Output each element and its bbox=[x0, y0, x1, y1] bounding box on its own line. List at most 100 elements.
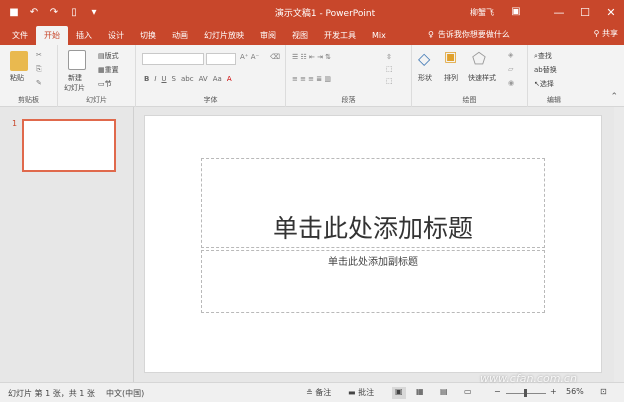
zoom-slider-handle[interactable] bbox=[524, 389, 527, 397]
zoom-level[interactable]: 56% bbox=[566, 387, 584, 399]
collapse-ribbon-icon[interactable]: ⌃ bbox=[610, 92, 618, 102]
layout-button[interactable]: ▤版式 bbox=[98, 51, 119, 61]
bullets-icon[interactable]: ☰ ☷ ⇤ ⇥ ⇅ bbox=[292, 53, 331, 61]
slide-thumbnail[interactable] bbox=[22, 119, 116, 172]
grow-font-icon[interactable]: A⁺ A⁻ bbox=[240, 53, 259, 61]
paragraph-group-label: 段落 bbox=[341, 96, 356, 104]
maximize-button[interactable]: ☐ bbox=[572, 0, 598, 26]
section-button[interactable]: ▭节 bbox=[98, 79, 112, 89]
font-color-button[interactable]: A bbox=[227, 75, 232, 83]
share-button[interactable]: ⚲ 共享 bbox=[594, 28, 618, 39]
select-label: 选择 bbox=[539, 80, 554, 88]
select-button[interactable]: ↖选择 bbox=[534, 79, 554, 89]
align-text-icon[interactable]: ⬚ bbox=[386, 65, 393, 73]
minimize-button[interactable]: — bbox=[546, 0, 572, 26]
tab-animations[interactable]: 动画 bbox=[164, 26, 196, 45]
font-group-label: 字体 bbox=[203, 96, 218, 104]
underline-button[interactable]: U bbox=[161, 75, 166, 83]
shadow-button[interactable]: abc bbox=[181, 75, 194, 83]
replace-button[interactable]: ab替换 bbox=[534, 65, 557, 75]
vertical-scrollbar[interactable] bbox=[614, 107, 624, 382]
tab-insert[interactable]: 插入 bbox=[68, 26, 100, 45]
new-icon[interactable]: ▯ bbox=[68, 7, 80, 19]
title-bar: ■ ↶ ↷ ▯ ▾ 演示文稿1 - PowerPoint 柳蟹飞 ▣ — ☐ ✕ bbox=[0, 0, 624, 26]
paste-label[interactable]: 粘贴 bbox=[10, 73, 24, 83]
tab-view[interactable]: 视图 bbox=[284, 26, 316, 45]
arrange-label[interactable]: 排列 bbox=[444, 73, 458, 83]
tab-design[interactable]: 设计 bbox=[100, 26, 132, 45]
smartart-icon[interactable]: ⬚ bbox=[386, 77, 393, 85]
section-label: 节 bbox=[104, 80, 112, 88]
strikethrough-button[interactable]: S bbox=[172, 75, 176, 83]
notes-icon: ≗ bbox=[306, 388, 313, 397]
format-painter-icon[interactable]: ✎ bbox=[36, 79, 42, 87]
slide-info: 幻灯片 第 1 张，共 1 张 bbox=[8, 389, 95, 398]
ribbon-display-options-icon[interactable]: ▣ bbox=[509, 5, 523, 19]
comments-button[interactable]: ▬ 批注 bbox=[348, 387, 374, 399]
font-name-combo[interactable] bbox=[142, 53, 204, 65]
subtitle-placeholder-text: 单击此处添加副标题 bbox=[328, 257, 418, 268]
editing-group-label: 编辑 bbox=[547, 96, 561, 104]
normal-view-icon[interactable]: ▣ bbox=[392, 387, 406, 399]
notes-button[interactable]: ≗ 备注 bbox=[306, 387, 331, 399]
slideshow-view-icon[interactable]: ▭ bbox=[464, 387, 472, 399]
redo-icon[interactable]: ↷ bbox=[48, 7, 60, 19]
customize-qat-icon[interactable]: ▾ bbox=[88, 7, 100, 19]
reset-button[interactable]: ▦重置 bbox=[98, 65, 119, 75]
shapes-label[interactable]: 形状 bbox=[418, 73, 432, 83]
zoom-in-icon[interactable]: + bbox=[550, 387, 557, 399]
text-direction-icon[interactable]: ⇳ bbox=[386, 53, 392, 61]
italic-button[interactable]: I bbox=[154, 75, 156, 83]
undo-icon[interactable]: ↶ bbox=[28, 7, 40, 19]
new-slide-label[interactable]: 新建 bbox=[68, 73, 82, 83]
quick-styles-label[interactable]: 快速样式 bbox=[468, 73, 496, 83]
tab-mix[interactable]: Mix bbox=[364, 26, 394, 45]
find-button[interactable]: ⌕查找 bbox=[534, 51, 552, 61]
tab-slideshow[interactable]: 幻灯片放映 bbox=[196, 26, 252, 45]
arrange-icon[interactable]: ▣ bbox=[444, 49, 457, 65]
new-slide-icon[interactable] bbox=[68, 50, 86, 70]
user-name[interactable]: 柳蟹飞 bbox=[470, 7, 494, 18]
align-icons[interactable]: ≡ ≡ ≡ ≣ ▥ bbox=[292, 75, 331, 83]
status-bar: 幻灯片 第 1 张，共 1 张 中文(中国) ≗ 备注 ▬ 批注 ▣ ▦ ▤ ▭… bbox=[0, 382, 624, 402]
find-label: 查找 bbox=[537, 52, 552, 60]
change-case-button[interactable]: Aa bbox=[213, 75, 222, 83]
tab-developer[interactable]: 开发工具 bbox=[316, 26, 364, 45]
comment-icon: ▬ bbox=[348, 388, 356, 397]
shapes-icon[interactable]: ◇ bbox=[418, 49, 430, 68]
zoom-out-icon[interactable]: − bbox=[494, 387, 501, 399]
new-slide-label-2[interactable]: 幻灯片 bbox=[64, 83, 85, 93]
bold-button[interactable]: B bbox=[144, 75, 149, 83]
slide-thumbnails-pane: 1 bbox=[0, 107, 134, 382]
slide-sorter-icon[interactable]: ▦ bbox=[416, 387, 424, 399]
quick-styles-icon[interactable]: ⬠ bbox=[472, 49, 486, 68]
tab-review[interactable]: 审阅 bbox=[252, 26, 284, 45]
shape-effects-icon[interactable]: ◉ bbox=[508, 79, 514, 87]
tab-home[interactable]: 开始 bbox=[36, 26, 68, 45]
slide-canvas[interactable]: 单击此处添加标题 单击此处添加副标题 bbox=[144, 115, 602, 373]
clipboard-group-label: 剪贴板 bbox=[18, 96, 39, 104]
close-button[interactable]: ✕ bbox=[598, 0, 624, 26]
cut-icon[interactable]: ✂ bbox=[36, 51, 42, 59]
tab-file[interactable]: 文件 bbox=[4, 26, 36, 45]
clear-format-icon[interactable]: ⌫ bbox=[270, 53, 280, 61]
shape-outline-icon[interactable]: ▱ bbox=[508, 65, 513, 73]
notes-label: 备注 bbox=[315, 388, 332, 397]
shape-fill-icon[interactable]: ◈ bbox=[508, 51, 513, 59]
layout-icon: ▤ bbox=[98, 52, 105, 60]
subtitle-placeholder[interactable]: 单击此处添加副标题 bbox=[201, 250, 545, 313]
save-icon[interactable]: ■ bbox=[8, 7, 20, 19]
title-placeholder[interactable]: 单击此处添加标题 bbox=[201, 158, 545, 248]
ribbon-tabs: 文件 开始 插入 设计 切换 动画 幻灯片放映 审阅 视图 开发工具 Mix bbox=[0, 26, 624, 45]
slides-group-label: 幻灯片 bbox=[86, 96, 107, 104]
tab-transitions[interactable]: 切换 bbox=[132, 26, 164, 45]
font-size-combo[interactable] bbox=[206, 53, 236, 65]
group-font: A⁺ A⁻ ⌫ B I U S abc AV Aa A 字体 bbox=[136, 45, 286, 107]
fit-to-window-icon[interactable]: ⊡ bbox=[600, 387, 607, 399]
copy-icon[interactable]: ⎘ bbox=[36, 65, 42, 74]
char-spacing-button[interactable]: AV bbox=[199, 75, 208, 83]
language-indicator[interactable]: 中文(中国) bbox=[106, 388, 144, 399]
reading-view-icon[interactable]: ▤ bbox=[440, 387, 448, 399]
paste-icon[interactable] bbox=[10, 51, 28, 71]
tell-me-box[interactable]: ♀ 告诉我你想要做什么 bbox=[428, 29, 510, 40]
